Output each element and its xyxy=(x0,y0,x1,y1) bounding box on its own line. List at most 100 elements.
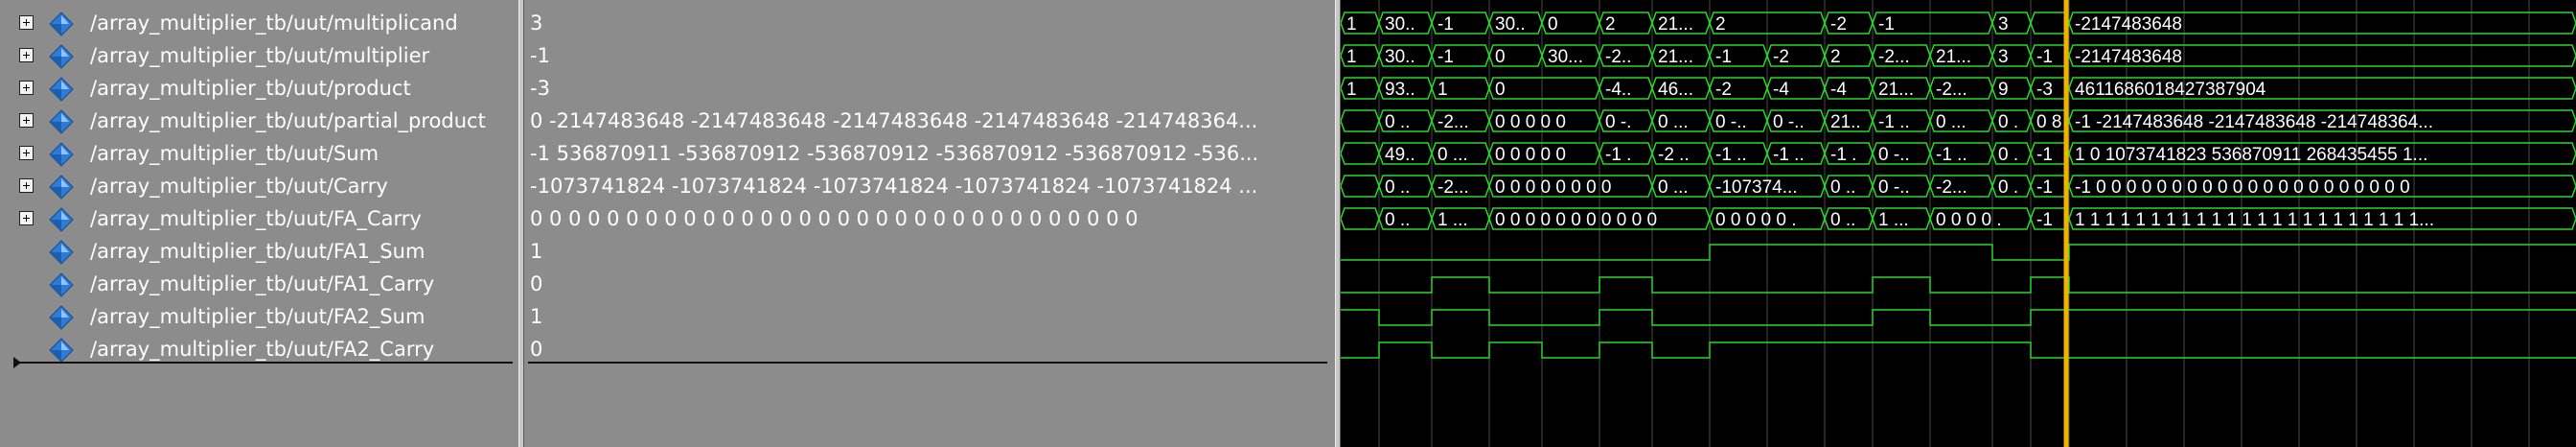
bus-value-label: -2... xyxy=(1438,112,1469,132)
waveform-pane[interactable]: 1 30.. -1 30.. 0 2 21... 2 -2 -1 3 -2147483648 1 30..… xyxy=(1341,0,2576,447)
expand-plus-icon[interactable] xyxy=(19,178,34,193)
value-row[interactable]: -3 xyxy=(524,72,1335,105)
bus-value-label: -2 xyxy=(1715,80,1732,100)
value-row[interactable]: 1 xyxy=(524,300,1335,333)
bus-value-label: 0 ... xyxy=(1658,112,1689,132)
signal-diamond-icon xyxy=(48,142,75,167)
bus-value-label: 21... xyxy=(1936,47,1971,67)
signal-wave[interactable] xyxy=(1341,341,2576,359)
value-row[interactable]: 1 xyxy=(524,235,1335,268)
signal-wave[interactable]: 1 30.. -1 0 30... -2.. 21... -1 -2 2 -2... 21... 3 -1… xyxy=(1341,44,2576,67)
expand-plus-icon[interactable] xyxy=(19,48,34,62)
signal-row[interactable]: /array_multiplier_tb/uut/FA_Carry xyxy=(0,202,518,235)
signal-name: /array_multiplier_tb/uut/FA1_Carry xyxy=(90,272,435,295)
insert-marker-icon xyxy=(13,357,21,368)
signal-name: /array_multiplier_tb/uut/Sum xyxy=(90,142,380,165)
bus-value-label: 2 xyxy=(1715,14,1726,35)
bus-value-label: 46... xyxy=(1658,80,1693,100)
bus-value-label: -3 xyxy=(2036,80,2053,100)
signal-diamond-icon xyxy=(48,44,75,69)
signal-diamond-icon xyxy=(48,12,75,36)
bus-value-label: -1 .. xyxy=(1773,145,1805,165)
value-row[interactable]: -1 536870911 -536870912 -536870912 -5368… xyxy=(524,137,1335,170)
bus-value-label: 0 0 0 0 0 0 0 0 0 0 0 xyxy=(1495,210,1657,230)
list-end-divider xyxy=(19,362,513,364)
bus-value-label: -1 .. xyxy=(1936,145,1967,165)
signal-wave[interactable]: 0 .. -2... 0 0 0 0 0 0 -. 0 ... 0 -.. 0 -.. 21… xyxy=(1341,109,2576,132)
list-end-divider xyxy=(528,362,1327,364)
signal-wave[interactable] xyxy=(1341,244,2576,261)
signal-row[interactable]: /array_multiplier_tb/uut/partial_product xyxy=(0,105,518,137)
signal-row[interactable]: /array_multiplier_tb/uut/FA1_Carry xyxy=(0,268,518,300)
signal-diamond-icon xyxy=(48,338,75,363)
bus-value-label: 0 xyxy=(1495,80,1506,100)
signal-value: -3 xyxy=(530,77,550,100)
signal-wave[interactable]: 1 30.. -1 30.. 0 2 21... 2 -2 -1 3 -2147483648 xyxy=(1341,12,2576,35)
bus-value-label: -1 xyxy=(2036,177,2053,198)
bus-value-label: -1 xyxy=(1878,14,1895,35)
signal-name: /array_multiplier_tb/uut/multiplicand xyxy=(90,12,458,35)
value-row[interactable]: -1073741824 -1073741824 -1073741824 -107… xyxy=(524,170,1335,202)
bus-value-label: 3 xyxy=(1998,47,2009,67)
bus-segment xyxy=(1341,109,1380,132)
value-row[interactable]: 0 xyxy=(524,333,1335,365)
bus-value-label: 30... xyxy=(1548,47,1583,67)
bus-value-label: 0 -.. xyxy=(1773,112,1805,132)
expand-plus-icon[interactable] xyxy=(19,211,34,225)
bus-value-label: 0 .. xyxy=(1385,210,1410,230)
value-row[interactable]: 0 xyxy=(524,268,1335,300)
bus-value-label: -1 . xyxy=(1830,145,1856,165)
signal-value: 3 xyxy=(530,12,543,35)
bus-value-label: 1 xyxy=(1346,80,1357,100)
bus-value-label: 21... xyxy=(1658,47,1693,67)
signal-diamond-icon xyxy=(48,305,75,330)
bus-value-label: 0 0 0 0 0 xyxy=(1495,145,1566,165)
signal-row[interactable]: /array_multiplier_tb/uut/FA2_Sum xyxy=(0,300,518,333)
bus-value-label: 1 ... xyxy=(1878,210,1909,230)
bus-value-label: 2 xyxy=(1830,47,1841,67)
bus-value-label: 1 xyxy=(1346,47,1357,67)
waveform-canvas[interactable]: 1 30.. -1 30.. 0 2 21... 2 -2 -1 3 -2147483648 1 30..… xyxy=(1341,0,2576,447)
value-row[interactable]: 0 -2147483648 -2147483648 -2147483648 -2… xyxy=(524,105,1335,137)
bit-wave-line xyxy=(1341,244,2576,261)
bus-value-label: 0 -.. xyxy=(1878,177,1910,198)
value-row[interactable]: 3 xyxy=(524,7,1335,39)
signal-wave[interactable]: 0 .. 1 ... 0 0 0 0 0 0 0 0 0 0 0 0 0 0 0 0… xyxy=(1341,207,2576,230)
signal-value: 0 xyxy=(530,272,543,295)
signal-name: /array_multiplier_tb/uut/Carry xyxy=(90,175,388,198)
signal-row[interactable]: /array_multiplier_tb/uut/Carry xyxy=(0,170,518,202)
signal-value: 0 0 0 0 0 0 0 0 0 0 0 0 0 0 0 0 0 0 0 0 … xyxy=(530,207,1138,230)
signal-wave[interactable] xyxy=(1341,309,2576,326)
signal-name: /array_multiplier_tb/uut/FA1_Sum xyxy=(90,240,426,263)
signal-wave[interactable] xyxy=(1341,276,2576,294)
expand-plus-icon[interactable] xyxy=(19,146,34,160)
bit-wave-line xyxy=(1341,309,2576,326)
bus-value-label: 0 0 0 0 0 0 0 0 xyxy=(1495,177,1612,198)
value-row[interactable]: 0 0 0 0 0 0 0 0 0 0 0 0 0 0 0 0 0 0 0 0 … xyxy=(524,202,1335,235)
signal-name: /array_multiplier_tb/uut/multiplier xyxy=(90,44,430,67)
signal-row[interactable]: /array_multiplier_tb/uut/multiplier xyxy=(0,39,518,72)
signal-wave[interactable]: 1 93.. 1 0 -4.. 46... -2 -4 -4 21... -2... 9 -3 46116… xyxy=(1341,77,2576,100)
signal-value: 1 xyxy=(530,305,543,328)
signal-row[interactable]: /array_multiplier_tb/uut/multiplicand xyxy=(0,7,518,39)
bus-value-label: 1 xyxy=(1346,14,1357,35)
bus-segment xyxy=(1488,77,1600,100)
signal-wave[interactable]: 49.. 0 ... 0 0 0 0 0 -1 . -2 .. -1 .. -1 .. -1… xyxy=(1341,142,2576,165)
expand-plus-icon[interactable] xyxy=(19,113,34,128)
signal-row[interactable]: /array_multiplier_tb/uut/Sum xyxy=(0,137,518,170)
bus-value-label: -1 .. xyxy=(1878,112,1910,132)
bus-value-label: 0 -.. xyxy=(1878,145,1910,165)
bus-value-label: 0 ... xyxy=(1438,145,1468,165)
signal-wave[interactable]: 0 .. -2... 0 0 0 0 0 0 0 0 0 ... -107374...… xyxy=(1341,175,2576,198)
expand-plus-icon[interactable] xyxy=(19,81,34,95)
value-row[interactable]: -1 xyxy=(524,39,1335,72)
bus-value-label: 0 .. xyxy=(1385,112,1410,132)
signal-row[interactable]: /array_multiplier_tb/uut/FA1_Sum xyxy=(0,235,518,268)
bus-value-label: 0 .. xyxy=(1830,177,1855,198)
signal-name: /array_multiplier_tb/uut/product xyxy=(90,77,411,100)
bus-value-label: 4611686018427387904 xyxy=(2075,80,2266,100)
signal-name: /array_multiplier_tb/uut/FA_Carry xyxy=(90,207,422,230)
expand-plus-icon[interactable] xyxy=(19,15,34,30)
signal-row[interactable]: /array_multiplier_tb/uut/product xyxy=(0,72,518,105)
signal-row[interactable]: /array_multiplier_tb/uut/FA2_Carry xyxy=(0,333,518,365)
